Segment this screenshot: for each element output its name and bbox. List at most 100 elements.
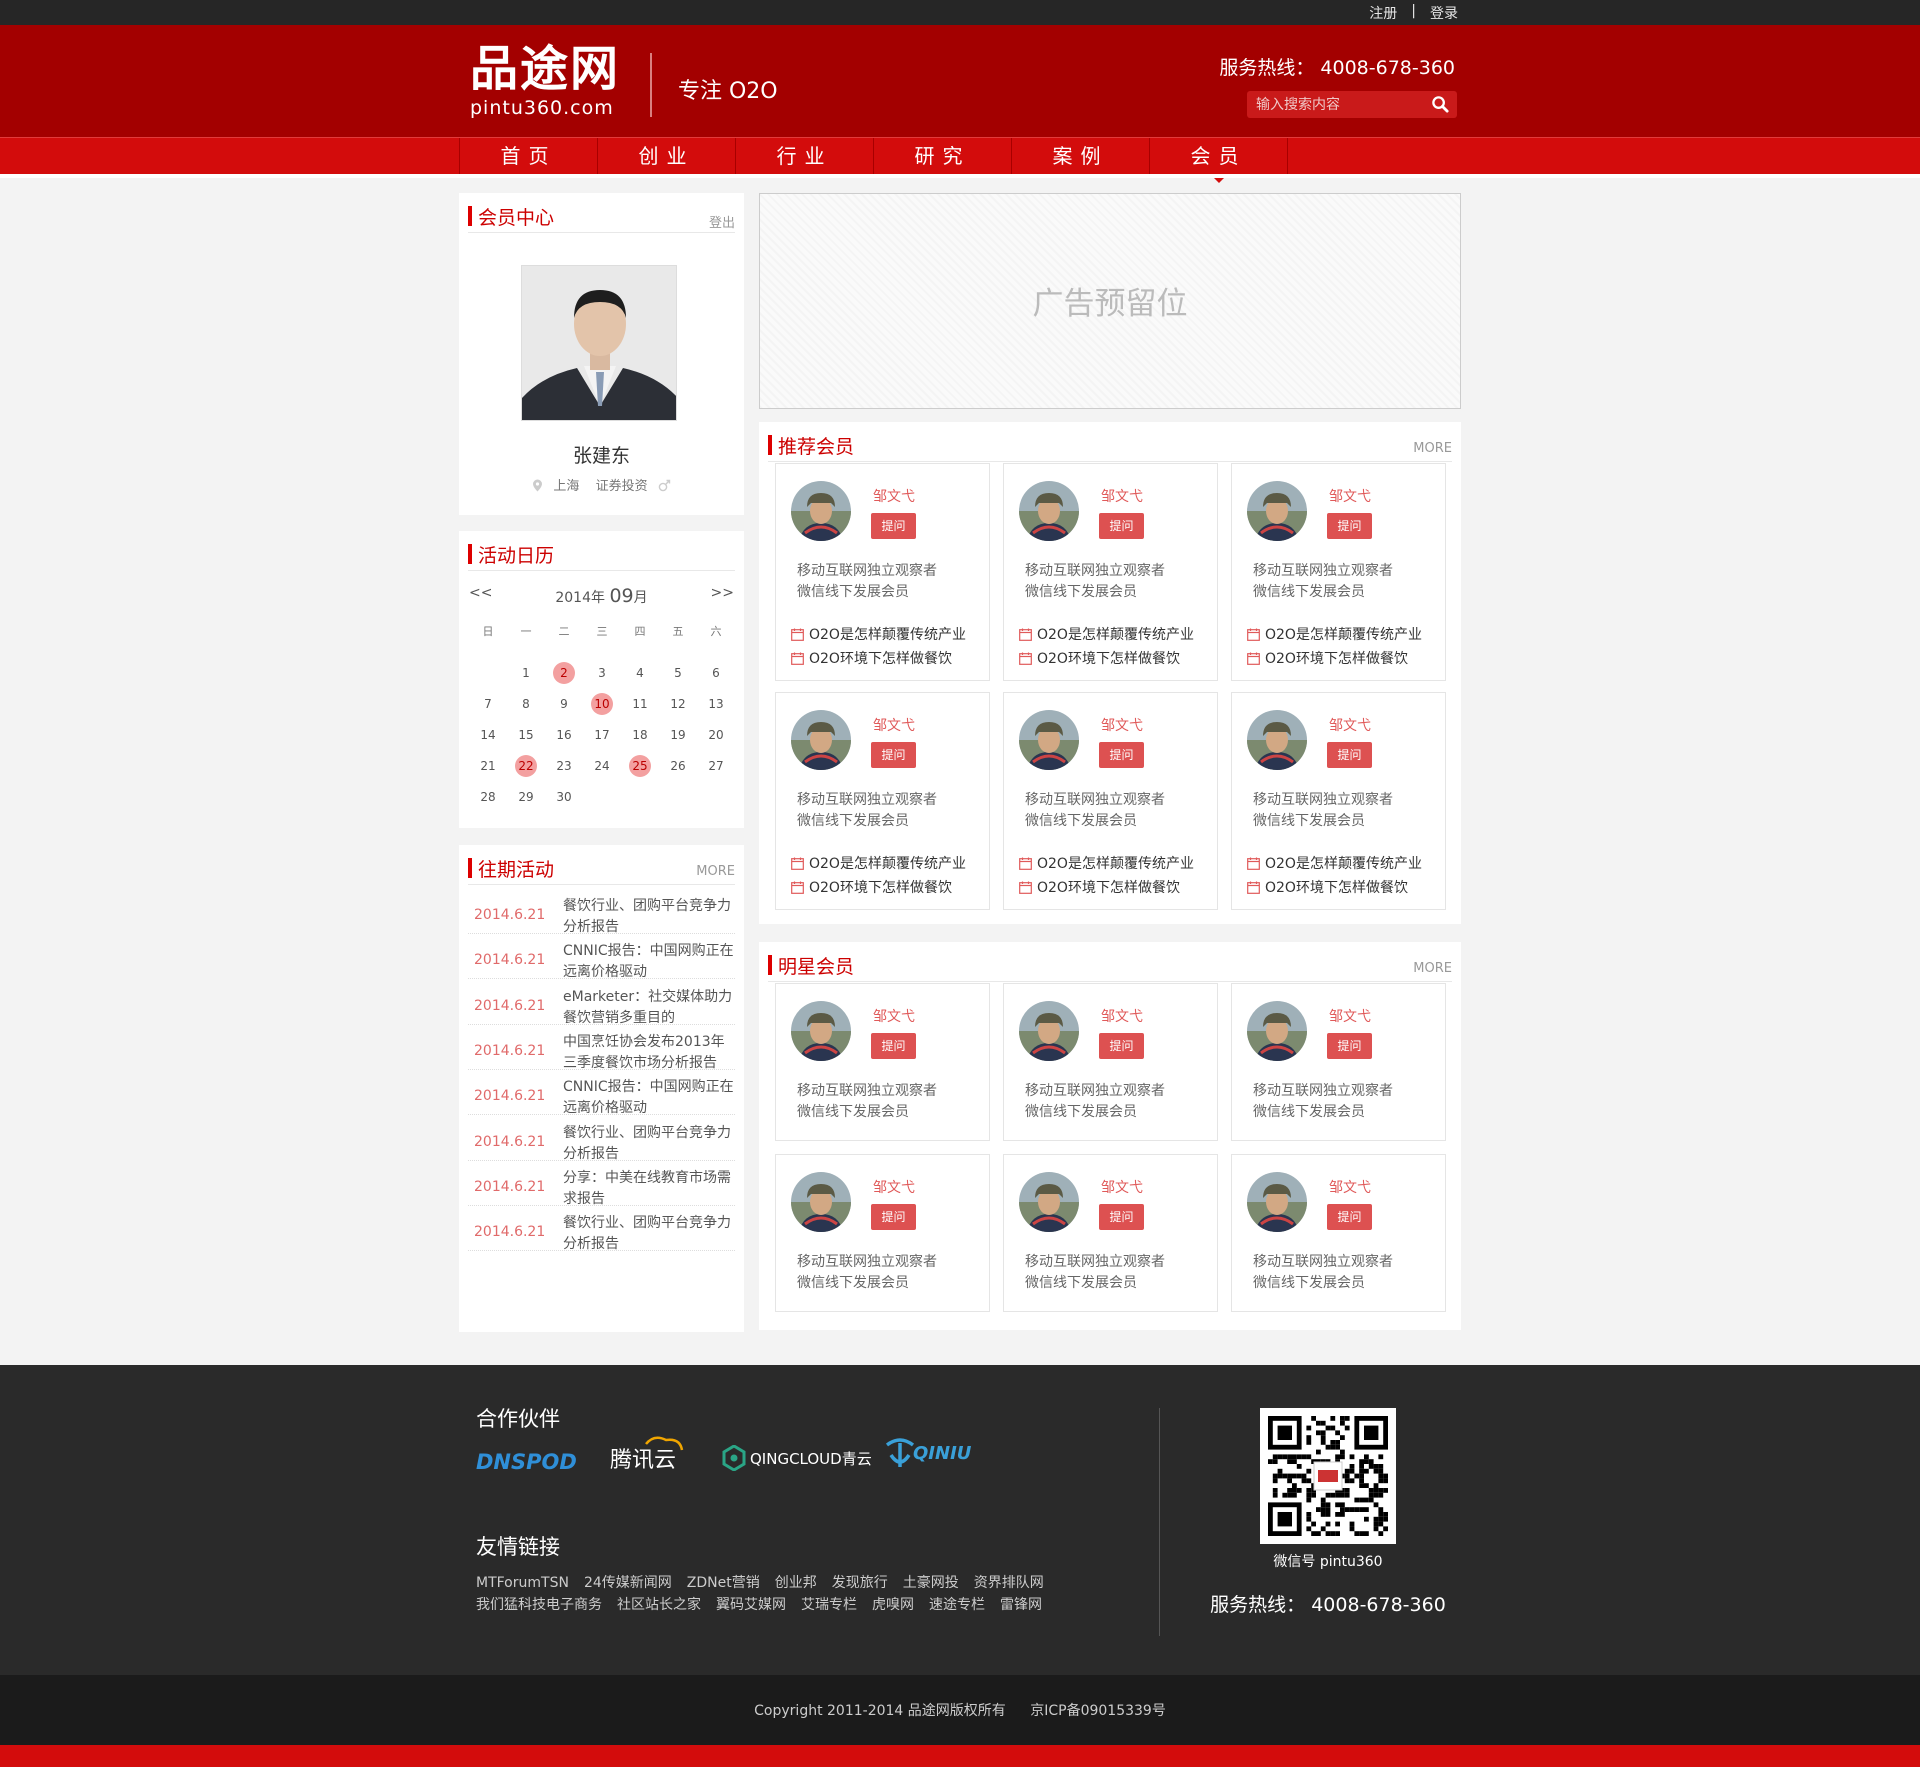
nav-item-industry[interactable]: 行业: [736, 138, 874, 175]
friend-link[interactable]: 速途专栏: [929, 1597, 985, 1613]
ask-question-button[interactable]: 提问: [1327, 1033, 1372, 1059]
member-card[interactable]: 邹文弋 提问 移动互联网独立观察者 微信线下发展会员: [1003, 1154, 1218, 1312]
calendar-day-event[interactable]: 2: [545, 662, 583, 693]
calendar-day[interactable]: 4: [621, 662, 659, 693]
past-event-title[interactable]: 餐饮行业、团购平台竞争力分析报告: [563, 1213, 735, 1255]
member-name[interactable]: 邹文弋: [1101, 1006, 1143, 1026]
member-name[interactable]: 邹文弋: [1329, 1177, 1371, 1197]
member-card[interactable]: 邹文弋 提问 移动互联网独立观察者 微信线下发展会员: [1231, 983, 1446, 1141]
member-article-link[interactable]: O2O是怎样颠覆传统产业: [791, 624, 966, 644]
member-card[interactable]: 邹文弋 提问 移动互联网独立观察者 微信线下发展会员 O2O是怎样颠覆传统产业 O2O环境…: [775, 463, 990, 681]
calendar-day[interactable]: 17: [583, 724, 621, 755]
past-event-title[interactable]: 餐饮行业、团购平台竞争力分析报告: [563, 896, 735, 938]
recommended-more-link[interactable]: MORE: [1413, 441, 1452, 456]
ask-question-button[interactable]: 提问: [1099, 1033, 1144, 1059]
ask-question-button[interactable]: 提问: [1099, 742, 1144, 768]
ask-question-button[interactable]: 提问: [1099, 1204, 1144, 1230]
member-article-link[interactable]: O2O是怎样颠覆传统产业: [1019, 624, 1194, 644]
logout-link[interactable]: 登出: [709, 212, 735, 231]
member-name[interactable]: 邹文弋: [1101, 1177, 1143, 1197]
ad-placeholder[interactable]: 广告预留位: [759, 193, 1461, 409]
calendar-day[interactable]: 18: [621, 724, 659, 755]
partner-qingcloud-logo[interactable]: QINGCLOUD青云: [722, 1445, 872, 1471]
member-article-link[interactable]: O2O是怎样颠覆传统产业: [1247, 853, 1422, 873]
calendar-day[interactable]: 16: [545, 724, 583, 755]
ask-question-button[interactable]: 提问: [871, 1204, 916, 1230]
past-event-item[interactable]: 2014.6.21 餐饮行业、团购平台竞争力分析报告: [468, 1206, 735, 1252]
member-avatar[interactable]: [1247, 481, 1307, 541]
member-avatar[interactable]: [791, 481, 851, 541]
member-article-link[interactable]: O2O是怎样颠覆传统产业: [1019, 853, 1194, 873]
star-more-link[interactable]: MORE: [1413, 961, 1452, 976]
calendar-day[interactable]: 12: [659, 693, 697, 724]
friend-link[interactable]: 发现旅行: [832, 1575, 888, 1591]
register-link[interactable]: 注册: [1369, 3, 1397, 23]
past-event-item[interactable]: 2014.6.21 餐饮行业、团购平台竞争力分析报告: [468, 889, 735, 935]
member-avatar[interactable]: [791, 710, 851, 770]
calendar-day[interactable]: 30: [545, 786, 583, 817]
calendar-day[interactable]: 21: [469, 755, 507, 786]
nav-item-startup[interactable]: 创业: [598, 138, 736, 175]
member-name[interactable]: 邹文弋: [873, 1006, 915, 1026]
member-article-link[interactable]: O2O环境下怎样做餐饮: [791, 648, 952, 668]
member-avatar[interactable]: [1247, 1172, 1307, 1232]
ask-question-button[interactable]: 提问: [1327, 742, 1372, 768]
calendar-day[interactable]: 20: [697, 724, 735, 755]
friend-link[interactable]: 虎嗅网: [872, 1597, 914, 1613]
member-card[interactable]: 邹文弋 提问 移动互联网独立观察者 微信线下发展会员 O2O是怎样颠覆传统产业 O2O环境…: [1231, 463, 1446, 681]
member-name[interactable]: 邹文弋: [873, 1177, 915, 1197]
calendar-day[interactable]: 14: [469, 724, 507, 755]
member-article-link[interactable]: O2O环境下怎样做餐饮: [1247, 648, 1408, 668]
calendar-day[interactable]: 13: [697, 693, 735, 724]
past-event-item[interactable]: 2014.6.21 CNNIC报告：中国网购正在远离价格驱动: [468, 934, 735, 980]
calendar-day[interactable]: 15: [507, 724, 545, 755]
icp-number[interactable]: 京ICP备09015339号: [1030, 1703, 1166, 1719]
past-event-title[interactable]: CNNIC报告：中国网购正在远离价格驱动: [563, 941, 735, 983]
nav-item-research[interactable]: 研究: [874, 138, 1012, 175]
member-avatar[interactable]: [1019, 710, 1079, 770]
member-avatar[interactable]: [1247, 1001, 1307, 1061]
past-event-item[interactable]: 2014.6.21 中国烹饪协会发布2013年三季度餐饮市场分析报告: [468, 1025, 735, 1071]
member-card[interactable]: 邹文弋 提问 移动互联网独立观察者 微信线下发展会员 O2O是怎样颠覆传统产业 O2O环境…: [1231, 692, 1446, 910]
user-avatar[interactable]: [521, 265, 677, 421]
past-event-item[interactable]: 2014.6.21 eMarketer：社交媒体助力餐饮营销多重目的: [468, 980, 735, 1026]
member-name[interactable]: 邹文弋: [1329, 1006, 1371, 1026]
calendar-day[interactable]: 6: [697, 662, 735, 693]
search-icon[interactable]: [1431, 95, 1450, 114]
member-card[interactable]: 邹文弋 提问 移动互联网独立观察者 微信线下发展会员: [1231, 1154, 1446, 1312]
member-article-link[interactable]: O2O是怎样颠覆传统产业: [1247, 624, 1422, 644]
ask-question-button[interactable]: 提问: [871, 513, 916, 539]
friend-link[interactable]: 翼码艾媒网: [716, 1597, 786, 1613]
ask-question-button[interactable]: 提问: [1327, 1204, 1372, 1230]
search-input[interactable]: [1247, 91, 1427, 118]
friend-link[interactable]: 我们猛科技电子商务: [476, 1597, 602, 1613]
calendar-day[interactable]: 3: [583, 662, 621, 693]
friend-link[interactable]: ZDNet营销: [687, 1575, 760, 1591]
member-avatar[interactable]: [791, 1172, 851, 1232]
member-name[interactable]: 邹文弋: [873, 715, 915, 735]
friend-link[interactable]: 创业邦: [775, 1575, 817, 1591]
ask-question-button[interactable]: 提问: [1327, 513, 1372, 539]
calendar-day[interactable]: 9: [545, 693, 583, 724]
past-events-more-link[interactable]: MORE: [696, 864, 735, 879]
calendar-day[interactable]: 11: [621, 693, 659, 724]
past-event-title[interactable]: 分享：中美在线教育市场需求报告: [563, 1168, 735, 1210]
calendar-day[interactable]: 29: [507, 786, 545, 817]
member-card[interactable]: 邹文弋 提问 移动互联网独立观察者 微信线下发展会员: [1003, 983, 1218, 1141]
calendar-day[interactable]: 28: [469, 786, 507, 817]
calendar-day-event[interactable]: 25: [621, 755, 659, 786]
past-event-title[interactable]: 中国烹饪协会发布2013年三季度餐饮市场分析报告: [563, 1032, 735, 1074]
past-event-item[interactable]: 2014.6.21 餐饮行业、团购平台竞争力分析报告: [468, 1116, 735, 1162]
calendar-day[interactable]: 26: [659, 755, 697, 786]
friend-link[interactable]: 土豪网投: [903, 1575, 959, 1591]
friend-link[interactable]: 雷锋网: [1000, 1597, 1042, 1613]
member-avatar[interactable]: [791, 1001, 851, 1061]
friend-link[interactable]: MTForumTSN: [476, 1575, 569, 1591]
member-card[interactable]: 邹文弋 提问 移动互联网独立观察者 微信线下发展会员 O2O是怎样颠覆传统产业 O2O环境…: [1003, 463, 1218, 681]
nav-item-home[interactable]: 首页: [460, 138, 598, 175]
member-name[interactable]: 邹文弋: [1101, 486, 1143, 506]
member-avatar[interactable]: [1247, 710, 1307, 770]
member-card[interactable]: 邹文弋 提问 移动互联网独立观察者 微信线下发展会员 O2O是怎样颠覆传统产业 O2O环境…: [1003, 692, 1218, 910]
member-article-link[interactable]: O2O是怎样颠覆传统产业: [791, 853, 966, 873]
member-name[interactable]: 邹文弋: [1329, 486, 1371, 506]
